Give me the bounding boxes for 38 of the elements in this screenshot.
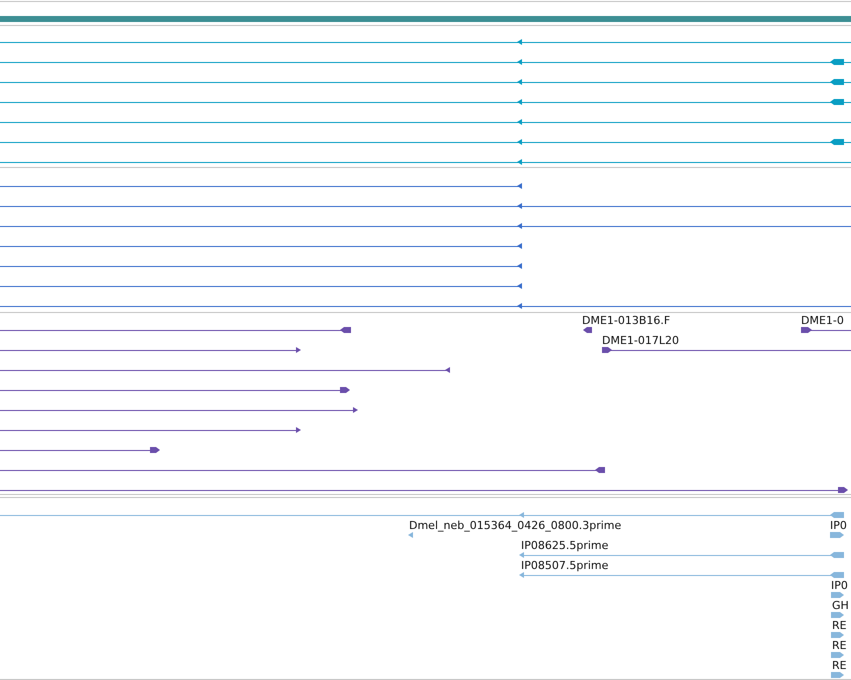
gene-feature[interactable] [0, 203, 851, 209]
gene-feature[interactable] [0, 99, 851, 105]
feature-label: IP08625.5prime [521, 539, 608, 552]
feature-label: IP0 [831, 579, 848, 592]
gene-feature[interactable] [0, 303, 851, 309]
gene-feature[interactable] [0, 79, 851, 85]
feature-label: IP08507.5prime [521, 559, 608, 572]
feature-label: DME1-017L20 [602, 334, 679, 347]
feature-label: GH [832, 599, 849, 612]
gene-feature[interactable] [0, 159, 851, 165]
gene-feature[interactable] [0, 223, 851, 229]
gene-feature[interactable] [583, 327, 592, 333]
feature-label: Dmel_neb_015364_0426_0800.3prime [409, 519, 622, 532]
gene-feature[interactable] [0, 427, 301, 433]
gene-feature[interactable] [0, 243, 522, 249]
gene-feature[interactable] [0, 407, 358, 413]
gene-feature[interactable] [0, 139, 851, 145]
gene-feature[interactable] [0, 327, 351, 333]
gene-feature[interactable] [0, 283, 522, 289]
feature-label: RE [832, 639, 847, 652]
feature-label: RE [832, 659, 847, 672]
gene-feature[interactable] [0, 183, 522, 189]
gene-feature[interactable] [0, 387, 350, 393]
gene-feature[interactable] [0, 263, 522, 269]
gene-feature[interactable] [0, 367, 450, 373]
gene-feature[interactable] [801, 327, 851, 333]
feature-label: RE [832, 619, 847, 632]
feature-label: DME1-013B16.F [582, 314, 670, 327]
gene-feature[interactable] [0, 487, 848, 493]
feature-label: DME1-0 [801, 314, 844, 327]
gene-feature[interactable] [0, 39, 851, 45]
gene-feature[interactable] [0, 347, 301, 353]
gene-feature[interactable] [0, 59, 851, 65]
gene-feature[interactable] [0, 467, 606, 473]
gene-feature[interactable] [0, 447, 160, 453]
gene-feature[interactable] [0, 119, 851, 125]
gene-feature[interactable] [602, 347, 851, 353]
feature-label: IP0 [830, 519, 847, 532]
